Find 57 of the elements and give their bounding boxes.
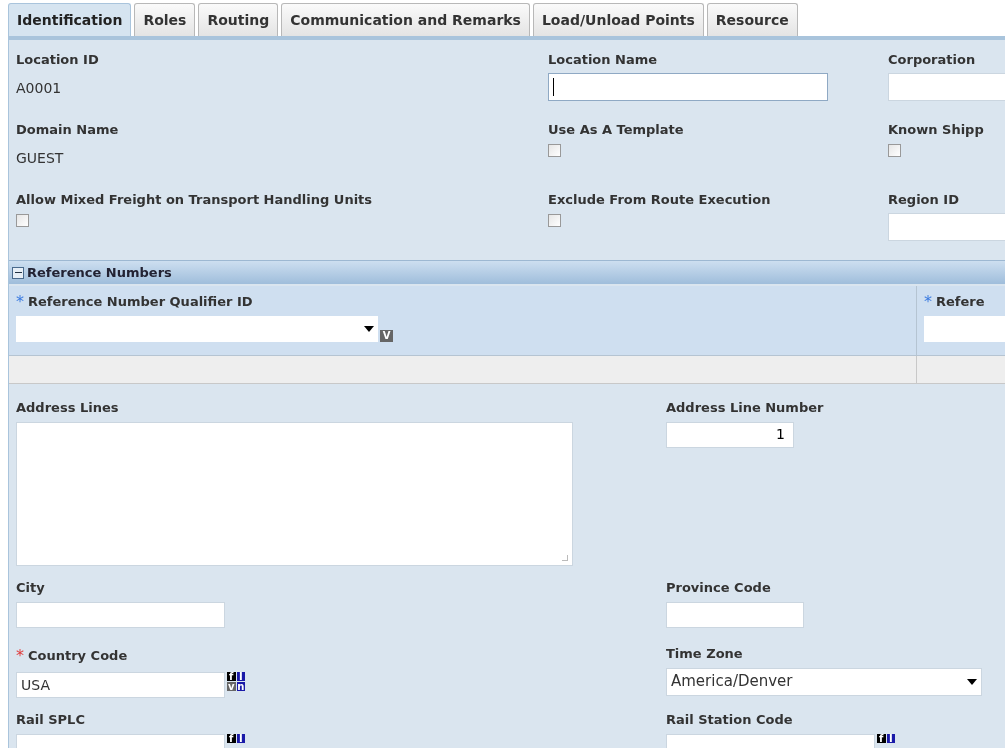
checkbox[interactable] (548, 213, 561, 227)
input-field[interactable] (16, 601, 225, 628)
lookup-badge[interactable]: v (227, 682, 236, 691)
field-label: Allow Mixed Freight on Transport Handling Units (16, 191, 373, 209)
tab[interactable]: Resource (706, 3, 798, 36)
field-label: Location ID (16, 51, 99, 69)
lookup-badge[interactable]: I (236, 672, 245, 681)
time-zone-dropdown[interactable]: America/Denver (666, 667, 982, 696)
column-header: Reference Number Qualifier ID (28, 293, 253, 312)
input-field[interactable] (924, 316, 1005, 342)
value-list-badge[interactable]: V (380, 330, 393, 342)
required-mark: * (16, 291, 24, 313)
input-field[interactable]: USA (16, 672, 225, 698)
lookup-badge[interactable]: n (236, 682, 245, 691)
field-label: Exclude From Route Execution (548, 191, 771, 209)
section-title: Reference Numbers (27, 263, 172, 282)
field-label: Region ID (888, 191, 959, 209)
tab[interactable]: Communication and Remarks (281, 3, 530, 36)
dropdown-arrow-icon (364, 326, 374, 332)
tab[interactable]: Roles (134, 3, 196, 36)
tab[interactable]: Routing (198, 3, 279, 36)
field-label: City (16, 579, 45, 597)
checkbox[interactable] (16, 213, 29, 227)
field-label: Known Shipp (888, 121, 984, 139)
field-label: Country Code (28, 647, 128, 666)
field-label: Time Zone (666, 645, 743, 663)
field-value: A0001 (16, 78, 63, 98)
input-field[interactable]: 1 (666, 421, 794, 448)
field-label: Rail SPLC (16, 711, 85, 729)
input-field[interactable] (666, 601, 804, 628)
resize-grip-icon (562, 554, 568, 561)
column-header: Refere (936, 293, 985, 312)
collapse-toggle[interactable] (12, 266, 24, 279)
input-field[interactable] (548, 72, 828, 101)
lookup-badge[interactable]: f (227, 672, 236, 681)
field-label: Address Lines (16, 399, 119, 417)
field-label: Address Line Number (666, 399, 824, 417)
field-label: Province Code (666, 579, 771, 597)
field-label: Corporation (888, 51, 976, 69)
field-label: Use As A Template (548, 121, 684, 139)
checkbox[interactable] (548, 143, 561, 157)
field-label: Rail Station Code (666, 711, 793, 729)
field-label: Domain Name (16, 121, 119, 139)
required-mark: * (16, 645, 24, 667)
checkbox[interactable] (888, 143, 901, 157)
tab[interactable]: Identification (8, 3, 132, 36)
field-label: Location Name (548, 51, 658, 69)
lookup-badge[interactable]: f (227, 733, 236, 743)
tab[interactable]: Load/Unload Points (532, 3, 704, 36)
address-lines-field[interactable] (16, 421, 573, 566)
qualifier-dropdown[interactable] (16, 316, 378, 342)
dropdown-arrow-icon (967, 678, 977, 685)
required-mark: * (924, 291, 932, 313)
lookup-badge[interactable]: f (877, 733, 886, 743)
field-value: GUEST (16, 148, 65, 168)
lookup-badge[interactable]: I (236, 733, 245, 743)
lookup-badge[interactable]: I (886, 733, 895, 743)
